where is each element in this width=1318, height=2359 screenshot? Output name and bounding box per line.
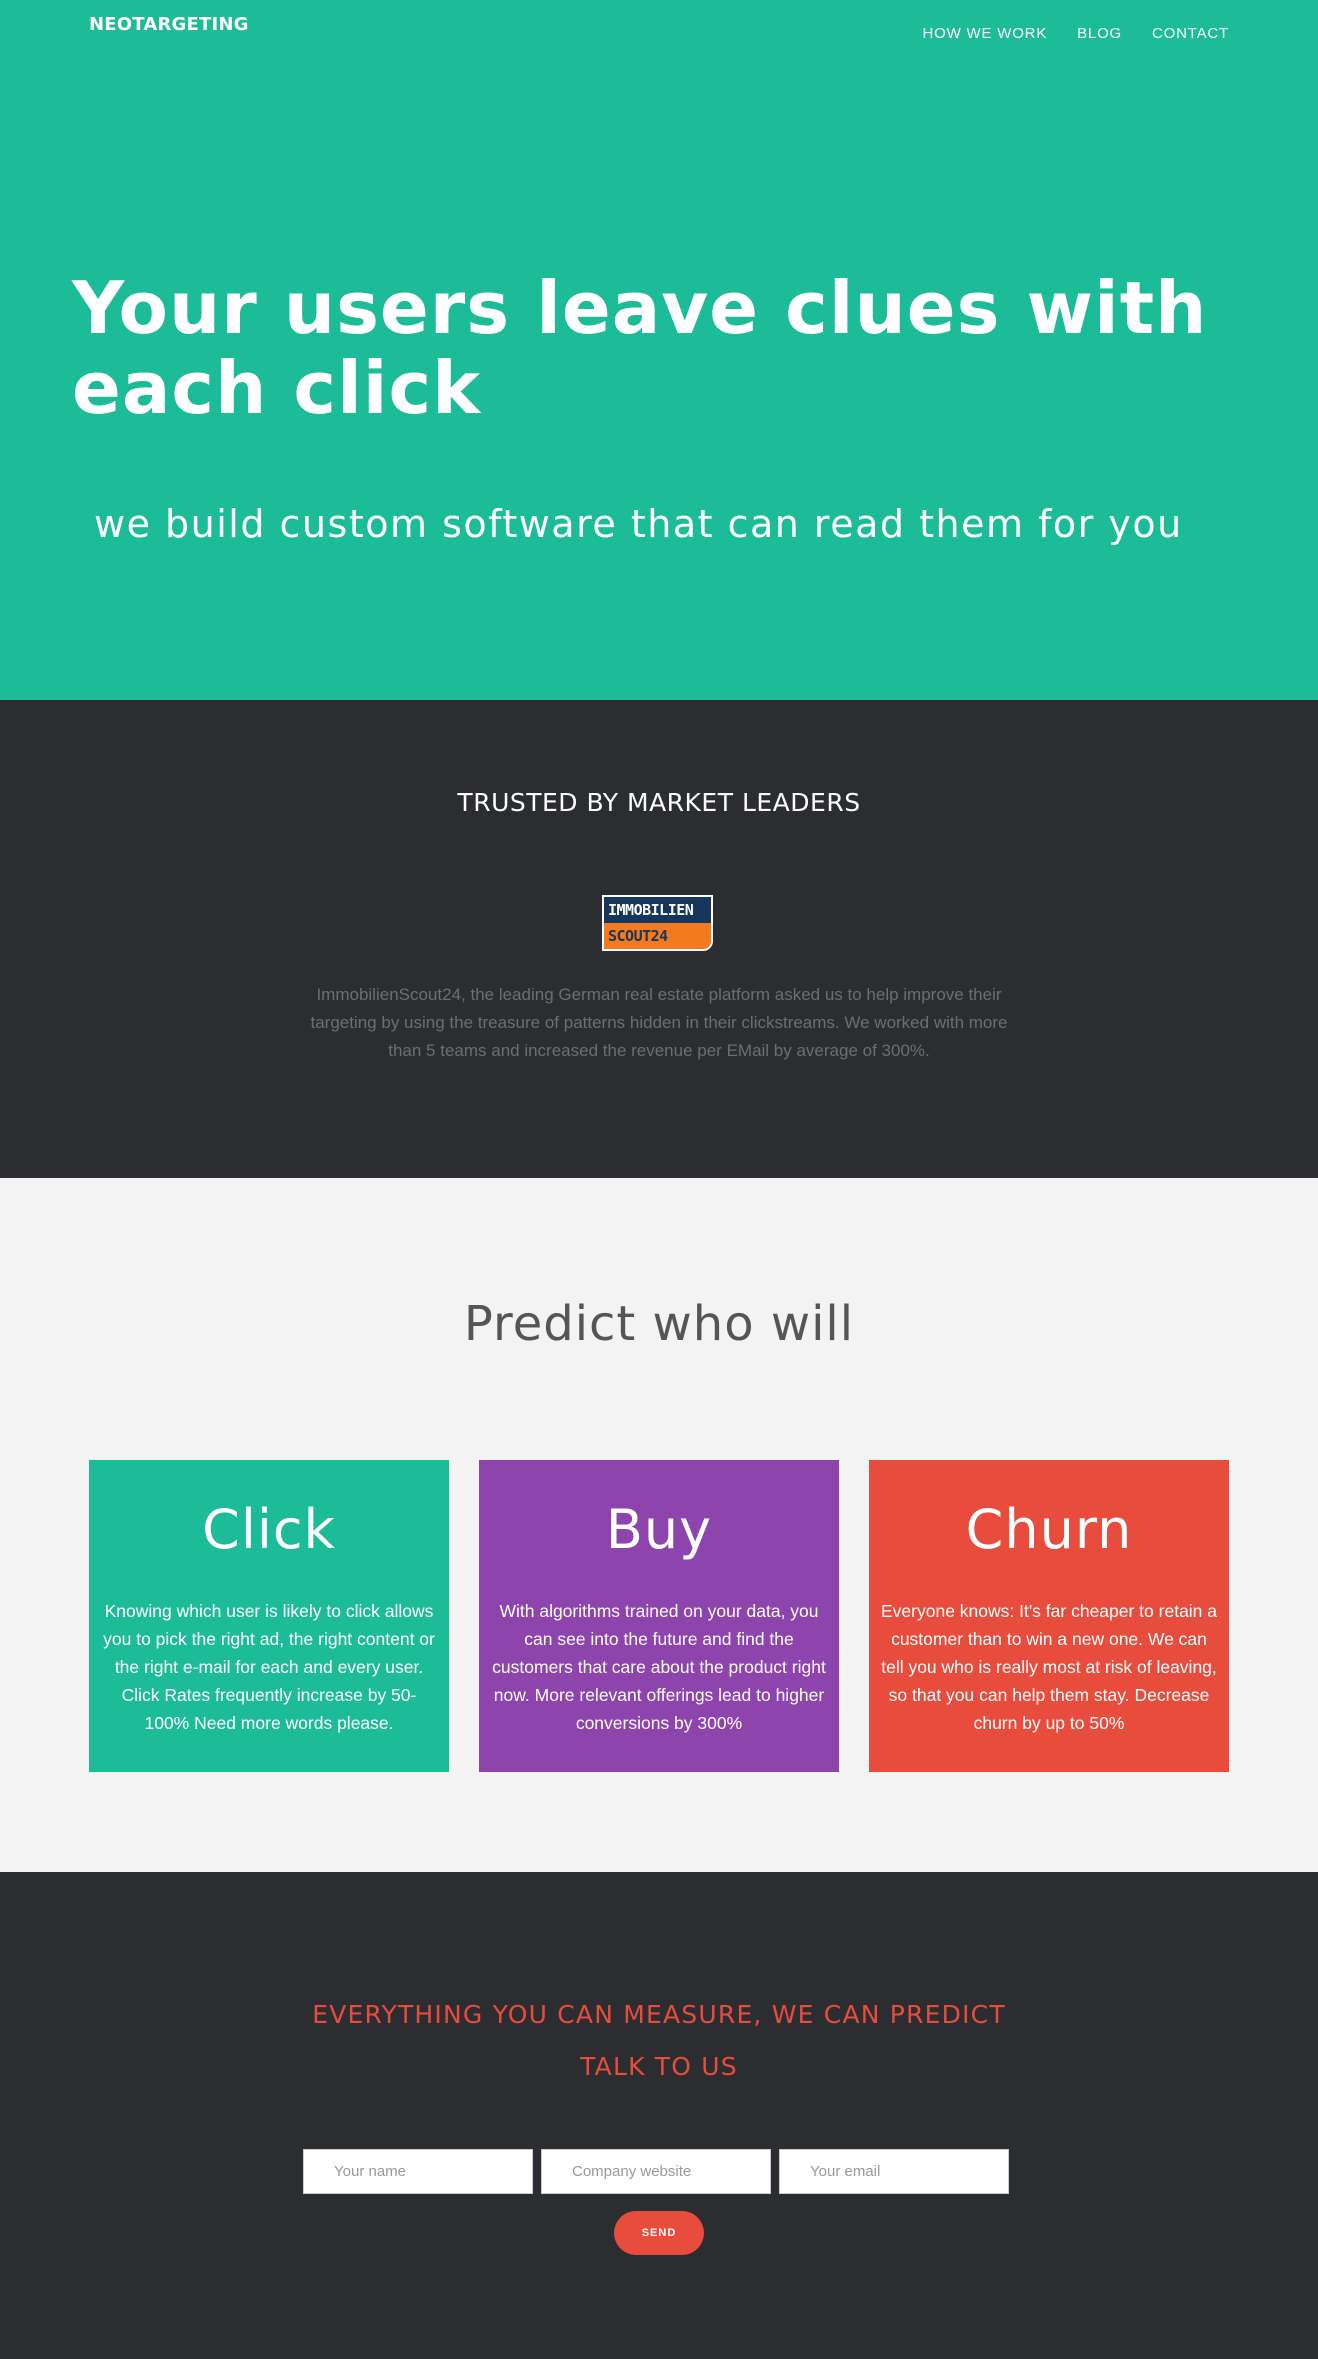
send-button[interactable]: SEND: [614, 2211, 704, 2255]
testimonial-text: ImmobilienScout24, the leading German re…: [310, 985, 1008, 1060]
nav-blog[interactable]: BLOG: [1077, 25, 1122, 42]
contact-section: EVERYTHING YOU CAN MEASURE, WE CAN PREDI…: [0, 1872, 1318, 2359]
card-buy-text: With algorithms trained on your data, yo…: [492, 1601, 826, 1733]
hero-subtitle: we build custom software that can read t…: [94, 502, 1183, 546]
card-click-text: Knowing which user is likely to click al…: [103, 1601, 435, 1733]
email-input[interactable]: [779, 2149, 1009, 2194]
trusted-title: TRUSTED BY MARKET LEADERS: [457, 788, 861, 817]
hero-section: NEOTARGETING HOW WE WORK BLOG CONTACT Yo…: [0, 0, 1318, 700]
card-churn-title: Churn: [965, 1498, 1133, 1561]
predict-section: Predict who will Click Knowing which use…: [0, 1178, 1318, 1872]
name-input[interactable]: [303, 2149, 533, 2194]
nav-contact[interactable]: CONTACT: [1152, 25, 1229, 42]
card-churn-text: Everyone knows: It's far cheaper to reta…: [881, 1601, 1218, 1733]
immobilienscout24-logo: IMMOBILIEN SCOUT24: [602, 895, 713, 951]
brand-logo-text[interactable]: NEOTARGETING: [89, 14, 249, 35]
prediction-cards: Click Knowing which user is likely to cl…: [89, 1460, 1229, 1772]
logo-bottom-text: SCOUT24: [604, 923, 711, 949]
company-website-input[interactable]: [541, 2149, 771, 2194]
contact-cta: TALK TO US: [580, 2052, 738, 2081]
card-churn: Churn Everyone knows: It's far cheaper t…: [869, 1460, 1229, 1772]
card-click-title: Click: [202, 1498, 336, 1561]
card-buy: Buy With algorithms trained on your data…: [479, 1460, 839, 1772]
card-buy-title: Buy: [605, 1498, 713, 1561]
logo-top-text: IMMOBILIEN: [604, 897, 711, 923]
card-click: Click Knowing which user is likely to cl…: [89, 1460, 449, 1772]
contact-form: [303, 2149, 1009, 2194]
hero-title: Your users leave clues with each click: [72, 266, 1208, 430]
predict-title: Predict who will: [463, 1296, 855, 1352]
contact-headline: EVERYTHING YOU CAN MEASURE, WE CAN PREDI…: [312, 2000, 1006, 2029]
trusted-section: TRUSTED BY MARKET LEADERS IMMOBILIEN SCO…: [0, 700, 1318, 1178]
nav-how-we-work[interactable]: HOW WE WORK: [923, 25, 1048, 42]
main-nav: HOW WE WORK BLOG CONTACT: [923, 25, 1230, 42]
